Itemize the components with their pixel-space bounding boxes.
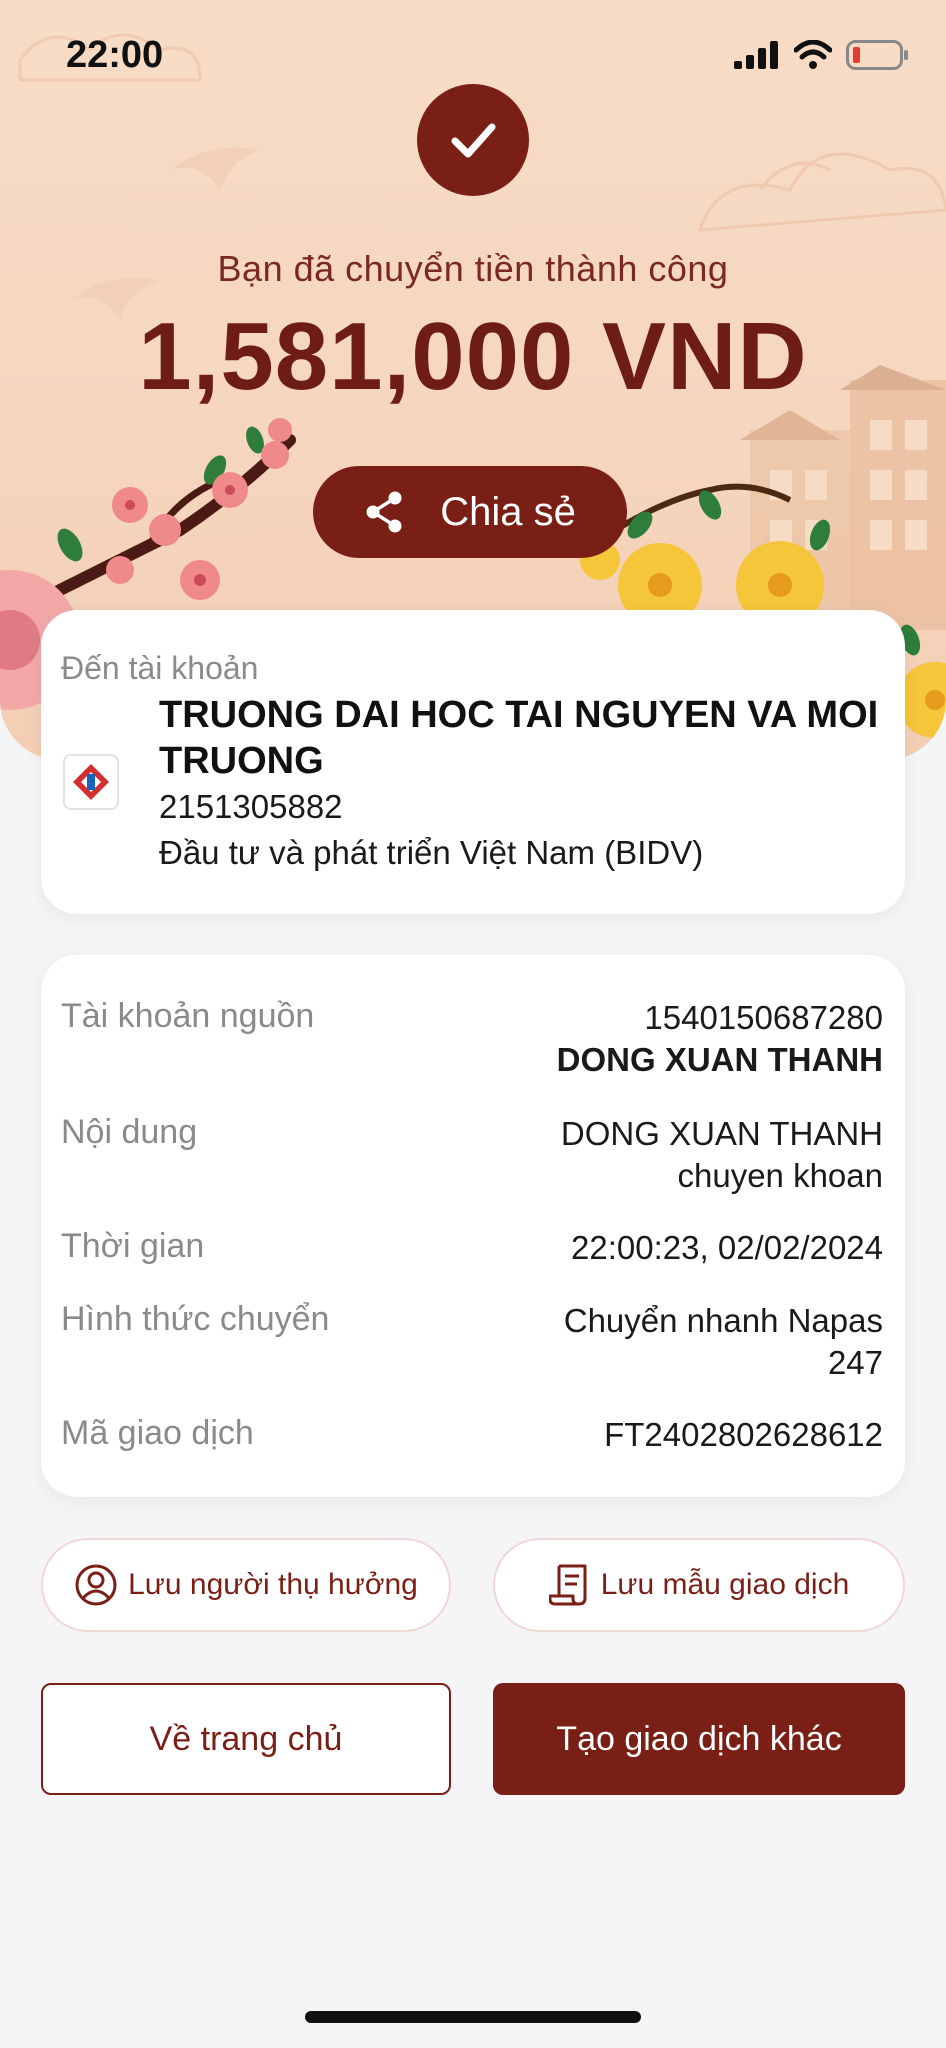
time-label: Thời gian <box>61 1227 205 1265</box>
success-check-badge <box>417 84 529 196</box>
transfer-amount: 1,581,000 VND <box>138 303 808 410</box>
new-transaction-button[interactable]: Tạo giao dịch khác <box>493 1683 905 1795</box>
beneficiary-account: 2151305882 <box>159 788 343 825</box>
save-beneficiary-label: Lưu người thụ hưởng <box>128 1568 418 1601</box>
success-message: Bạn đã chuyển tiền thành công <box>217 248 729 289</box>
source-account-name: DONG XUAN THANH <box>556 1041 883 1078</box>
status-time: 22:00 <box>66 34 164 76</box>
source-account-value: 1540150687280 DONG XUAN THANH <box>557 997 883 1081</box>
beneficiary-bank: Đầu tư và phát triển Việt Nam (BIDV) <box>159 834 704 871</box>
wifi-icon <box>794 40 832 69</box>
signal-icon <box>734 41 778 69</box>
share-icon <box>366 491 402 533</box>
content-line-1: DONG XUAN THANH <box>560 1115 883 1152</box>
bidv-logo <box>63 754 119 810</box>
receipt-icon <box>548 1564 587 1606</box>
time-value: 22:00:23, 02/02/2024 <box>571 1229 883 1266</box>
beneficiary-name: TRUONG DAI HOC TAI NGUYEN VA MOI TRUONG <box>159 694 879 782</box>
transaction-id-label: Mã giao dịch <box>61 1414 254 1452</box>
battery-icon <box>846 40 908 70</box>
share-button[interactable]: Chia sẻ <box>313 466 627 558</box>
save-template-label: Lưu mẫu giao dịch <box>600 1568 850 1601</box>
destination-card: Đến tài khoản TRUONG DAI HOC TAI NGUYEN … <box>41 610 905 914</box>
method-value: Chuyển nhanh Napas 247 <box>564 1300 883 1384</box>
status-icons <box>734 40 910 70</box>
source-account-number: 1540150687280 <box>644 999 883 1036</box>
destination-label: Đến tài khoản <box>61 650 259 686</box>
save-beneficiary-button[interactable]: Lưu người thụ hưởng <box>41 1538 451 1632</box>
content-label: Nội dung <box>61 1113 198 1151</box>
method-label: Hình thức chuyển <box>61 1300 330 1338</box>
content-value: DONG XUAN THANH chuyen khoan <box>561 1113 883 1197</box>
share-label: Chia sẻ <box>440 489 576 534</box>
save-template-button[interactable]: Lưu mẫu giao dịch <box>493 1538 905 1632</box>
home-indicator[interactable] <box>305 2011 641 2023</box>
check-icon <box>451 123 496 158</box>
content-line-2: chuyen khoan <box>677 1157 884 1194</box>
transaction-id-value: FT2402802628612 <box>604 1416 883 1453</box>
user-circle-icon <box>75 1564 117 1606</box>
transaction-details-card: Tài khoản nguồn 1540150687280 DONG XUAN … <box>41 955 905 1497</box>
source-account-label: Tài khoản nguồn <box>61 997 315 1035</box>
home-button[interactable]: Về trang chủ <box>41 1683 451 1795</box>
method-line-1: Chuyển nhanh Napas <box>563 1302 883 1339</box>
method-line-2: 247 <box>827 1344 883 1381</box>
